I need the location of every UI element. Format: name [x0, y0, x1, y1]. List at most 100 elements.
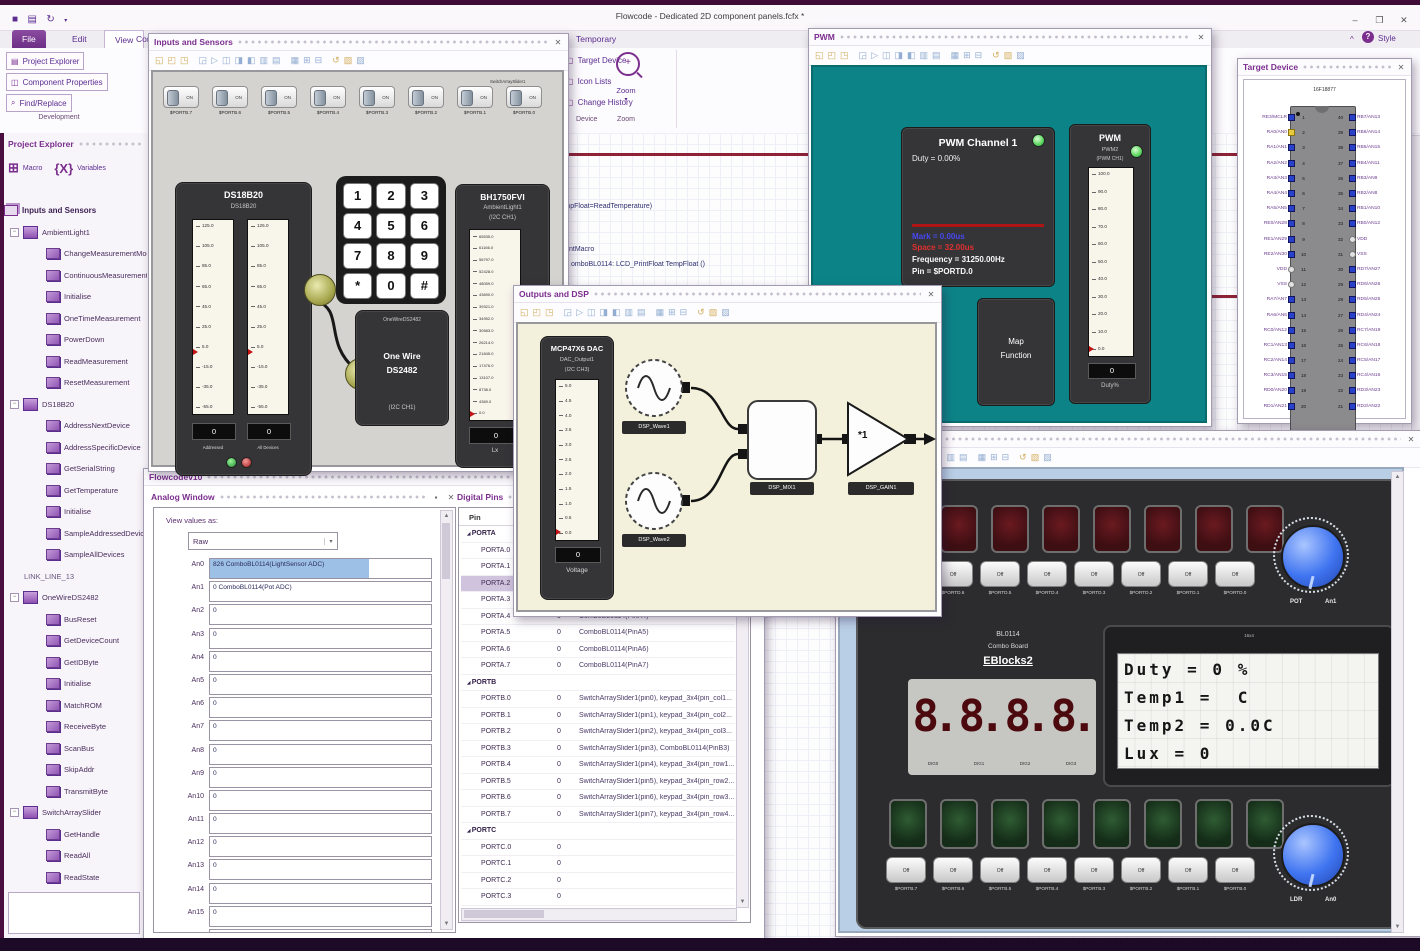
analog-value-field[interactable]: 0: [209, 673, 432, 695]
outputs-window-titlebar[interactable]: Outputs and DSP ✕: [514, 286, 941, 303]
undo-icon[interactable]: ↻: [46, 14, 54, 25]
toolbar-icon[interactable]: ▷: [576, 308, 583, 317]
tree-item[interactable]: LINK_LINE_13: [4, 566, 147, 588]
toolbar-icon[interactable]: ◨: [235, 56, 244, 65]
toolbar-icon[interactable]: ◨: [895, 51, 904, 60]
tree-item[interactable]: SwitchArraySlider: [4, 802, 147, 824]
dsp-wave1-label[interactable]: DSP_Wave1: [622, 421, 686, 434]
red-button-icon[interactable]: [241, 457, 252, 468]
digital-pin-row[interactable]: PORTC: [461, 823, 735, 840]
tree-item[interactable]: AddressSpecificDevice: [4, 437, 147, 459]
close-icon[interactable]: ✕: [553, 38, 563, 47]
toolbar-icon[interactable]: ◧: [612, 308, 621, 317]
ds18b20-component[interactable]: DS18B20 DS18B20 125.0 105.0 85.0 65.0 45.0 25…: [175, 182, 312, 476]
toolbar-icon[interactable]: ◰: [168, 56, 177, 65]
pwm-channel-component[interactable]: PWM Channel 1 Duty = 0.00% Mark = 0.00us…: [901, 127, 1055, 287]
tree-item[interactable]: ContinuousMeasurement: [4, 265, 147, 287]
toolbar-icon[interactable]: ▦: [291, 56, 300, 65]
dac-component[interactable]: MCP47X6 DAC DAC_Output1 (I2C CH3) 5.0 4.5…: [540, 336, 614, 600]
ribbon-collapse-icon[interactable]: ^: [1350, 35, 1354, 44]
toolbar-icon[interactable]: ▧: [709, 308, 718, 317]
digital-pin-row[interactable]: PORTC.5 0: [461, 922, 735, 923]
off-button[interactable]: Off: [933, 857, 973, 883]
main-scrollbar[interactable]: [1411, 135, 1420, 432]
off-button[interactable]: Off: [1168, 857, 1208, 883]
green-button-icon[interactable]: [226, 457, 237, 468]
keypad-key[interactable]: #: [409, 273, 439, 299]
tree-item[interactable]: GetTemperature: [4, 480, 147, 502]
analog-value-field[interactable]: 0: [209, 929, 432, 932]
tree-item[interactable]: Initialise: [4, 501, 147, 523]
toolbar-icon[interactable]: ◳: [545, 308, 554, 317]
off-button[interactable]: Off: [1074, 561, 1114, 587]
toolbar-icon[interactable]: ↺: [697, 308, 705, 317]
toolbar-icon[interactable]: ▦: [978, 453, 987, 462]
toolbar-icon[interactable]: ▧: [1031, 453, 1040, 462]
minimize-button[interactable]: –: [1345, 15, 1365, 25]
toolbar-icon[interactable]: ▥: [947, 453, 956, 462]
keypad-key[interactable]: 3: [409, 183, 439, 209]
board-switch[interactable]: Off $PORTB.4: [1027, 857, 1067, 891]
tree-item[interactable]: OneWireDS2482: [4, 587, 147, 609]
save-icon[interactable]: ▤: [28, 14, 37, 25]
toolbar-icon[interactable]: ▤: [272, 56, 281, 65]
new-file-icon[interactable]: ■: [12, 14, 18, 25]
keypad-key[interactable]: 7: [343, 243, 373, 269]
tree-item[interactable]: ScanBus: [4, 738, 147, 760]
tree-item[interactable]: ReadAll: [4, 845, 147, 867]
digital-pin-row[interactable]: PORTC.3 0: [461, 889, 735, 906]
tree-expander-icon[interactable]: [10, 399, 19, 409]
toolbar-icon[interactable]: ▧: [344, 56, 353, 65]
tree-item[interactable]: MatchROM: [4, 695, 147, 717]
digital-pin-row[interactable]: PORTB.2 0 SwitchArraySlider1(pin2), keyp…: [461, 724, 735, 741]
toolbar-icon[interactable]: ◱: [155, 56, 164, 65]
toolbar-icon[interactable]: ⊟: [1002, 453, 1010, 462]
digital-pin-row[interactable]: PORTC.0 0: [461, 840, 735, 856]
close-icon[interactable]: ✕: [926, 290, 936, 299]
off-button[interactable]: Off: [1074, 857, 1114, 883]
toolbar-icon[interactable]: ⊟: [975, 51, 983, 60]
ribbon-button[interactable]: ▤ Project Explorer: [6, 52, 85, 70]
keypad-key[interactable]: 6: [409, 213, 439, 239]
pot-knob[interactable]: [1281, 525, 1345, 589]
target-window-titlebar[interactable]: Target Device ✕: [1238, 59, 1411, 76]
toolbar-icon[interactable]: ▨: [721, 308, 730, 317]
off-button[interactable]: Off: [1027, 561, 1067, 587]
digital-pin-row[interactable]: PORTA.7 0 ComboBL0114(PinA7): [461, 658, 735, 675]
close-icon[interactable]: ✕: [1196, 33, 1206, 42]
tree-item[interactable]: Inputs and Sensors: [4, 200, 147, 222]
tree-item[interactable]: Initialise: [4, 673, 147, 695]
keypad-key[interactable]: 4: [343, 213, 373, 239]
off-button[interactable]: Off: [1215, 857, 1255, 883]
toolbar-icon[interactable]: ◧: [247, 56, 256, 65]
zoom-icon[interactable]: +: [616, 52, 640, 76]
digital-pin-row[interactable]: PORTA.5 0 ComboBL0114(PinA5): [461, 625, 735, 642]
board-switch[interactable]: Off $PORTB.3: [1074, 857, 1114, 891]
board-switch[interactable]: Off $PORTB.0: [1215, 857, 1255, 891]
zoom-button[interactable]: Zoom: [606, 86, 646, 95]
keypad-key[interactable]: 5: [376, 213, 406, 239]
inputs-window-titlebar[interactable]: Inputs and Sensors ✕: [149, 34, 568, 51]
keypad-key[interactable]: 8: [376, 243, 406, 269]
tree-item[interactable]: SampleAllDevices: [4, 544, 147, 566]
tree-item[interactable]: ChangeMeasurementMode: [4, 243, 147, 265]
board-switch[interactable]: Off $PORTB.5: [980, 857, 1020, 891]
close-icon[interactable]: ✕: [446, 493, 456, 502]
toolbar-icon[interactable]: ↺: [332, 56, 340, 65]
analog-value-field[interactable]: 0: [209, 859, 432, 881]
close-button[interactable]: ✕: [1394, 15, 1414, 26]
toolbar-icon[interactable]: ◫: [222, 56, 231, 65]
eblocks-scrollbar[interactable]: ▲ ▼: [1391, 471, 1404, 933]
toolbar-icon[interactable]: ▷: [871, 51, 878, 60]
analog-scrollbar[interactable]: ▲ ▼: [440, 510, 453, 930]
toolbar-icon[interactable]: ⊟: [680, 308, 688, 317]
dropdown-arrow-icon[interactable]: ▾: [324, 537, 337, 545]
close-icon[interactable]: ✕: [1396, 63, 1406, 72]
analog-value-field[interactable]: 0: [209, 650, 432, 672]
digital-pin-row[interactable]: PORTA.6 0 ComboBL0114(PinA6): [461, 642, 735, 658]
macro-icon[interactable]: ⊞: [8, 160, 19, 176]
analog-value-field[interactable]: 0: [209, 813, 432, 835]
tab-edit[interactable]: Edit: [62, 30, 97, 48]
board-switch[interactable]: Off $PORTD.0: [1215, 561, 1255, 595]
tree-item[interactable]: GetSerialString: [4, 458, 147, 480]
